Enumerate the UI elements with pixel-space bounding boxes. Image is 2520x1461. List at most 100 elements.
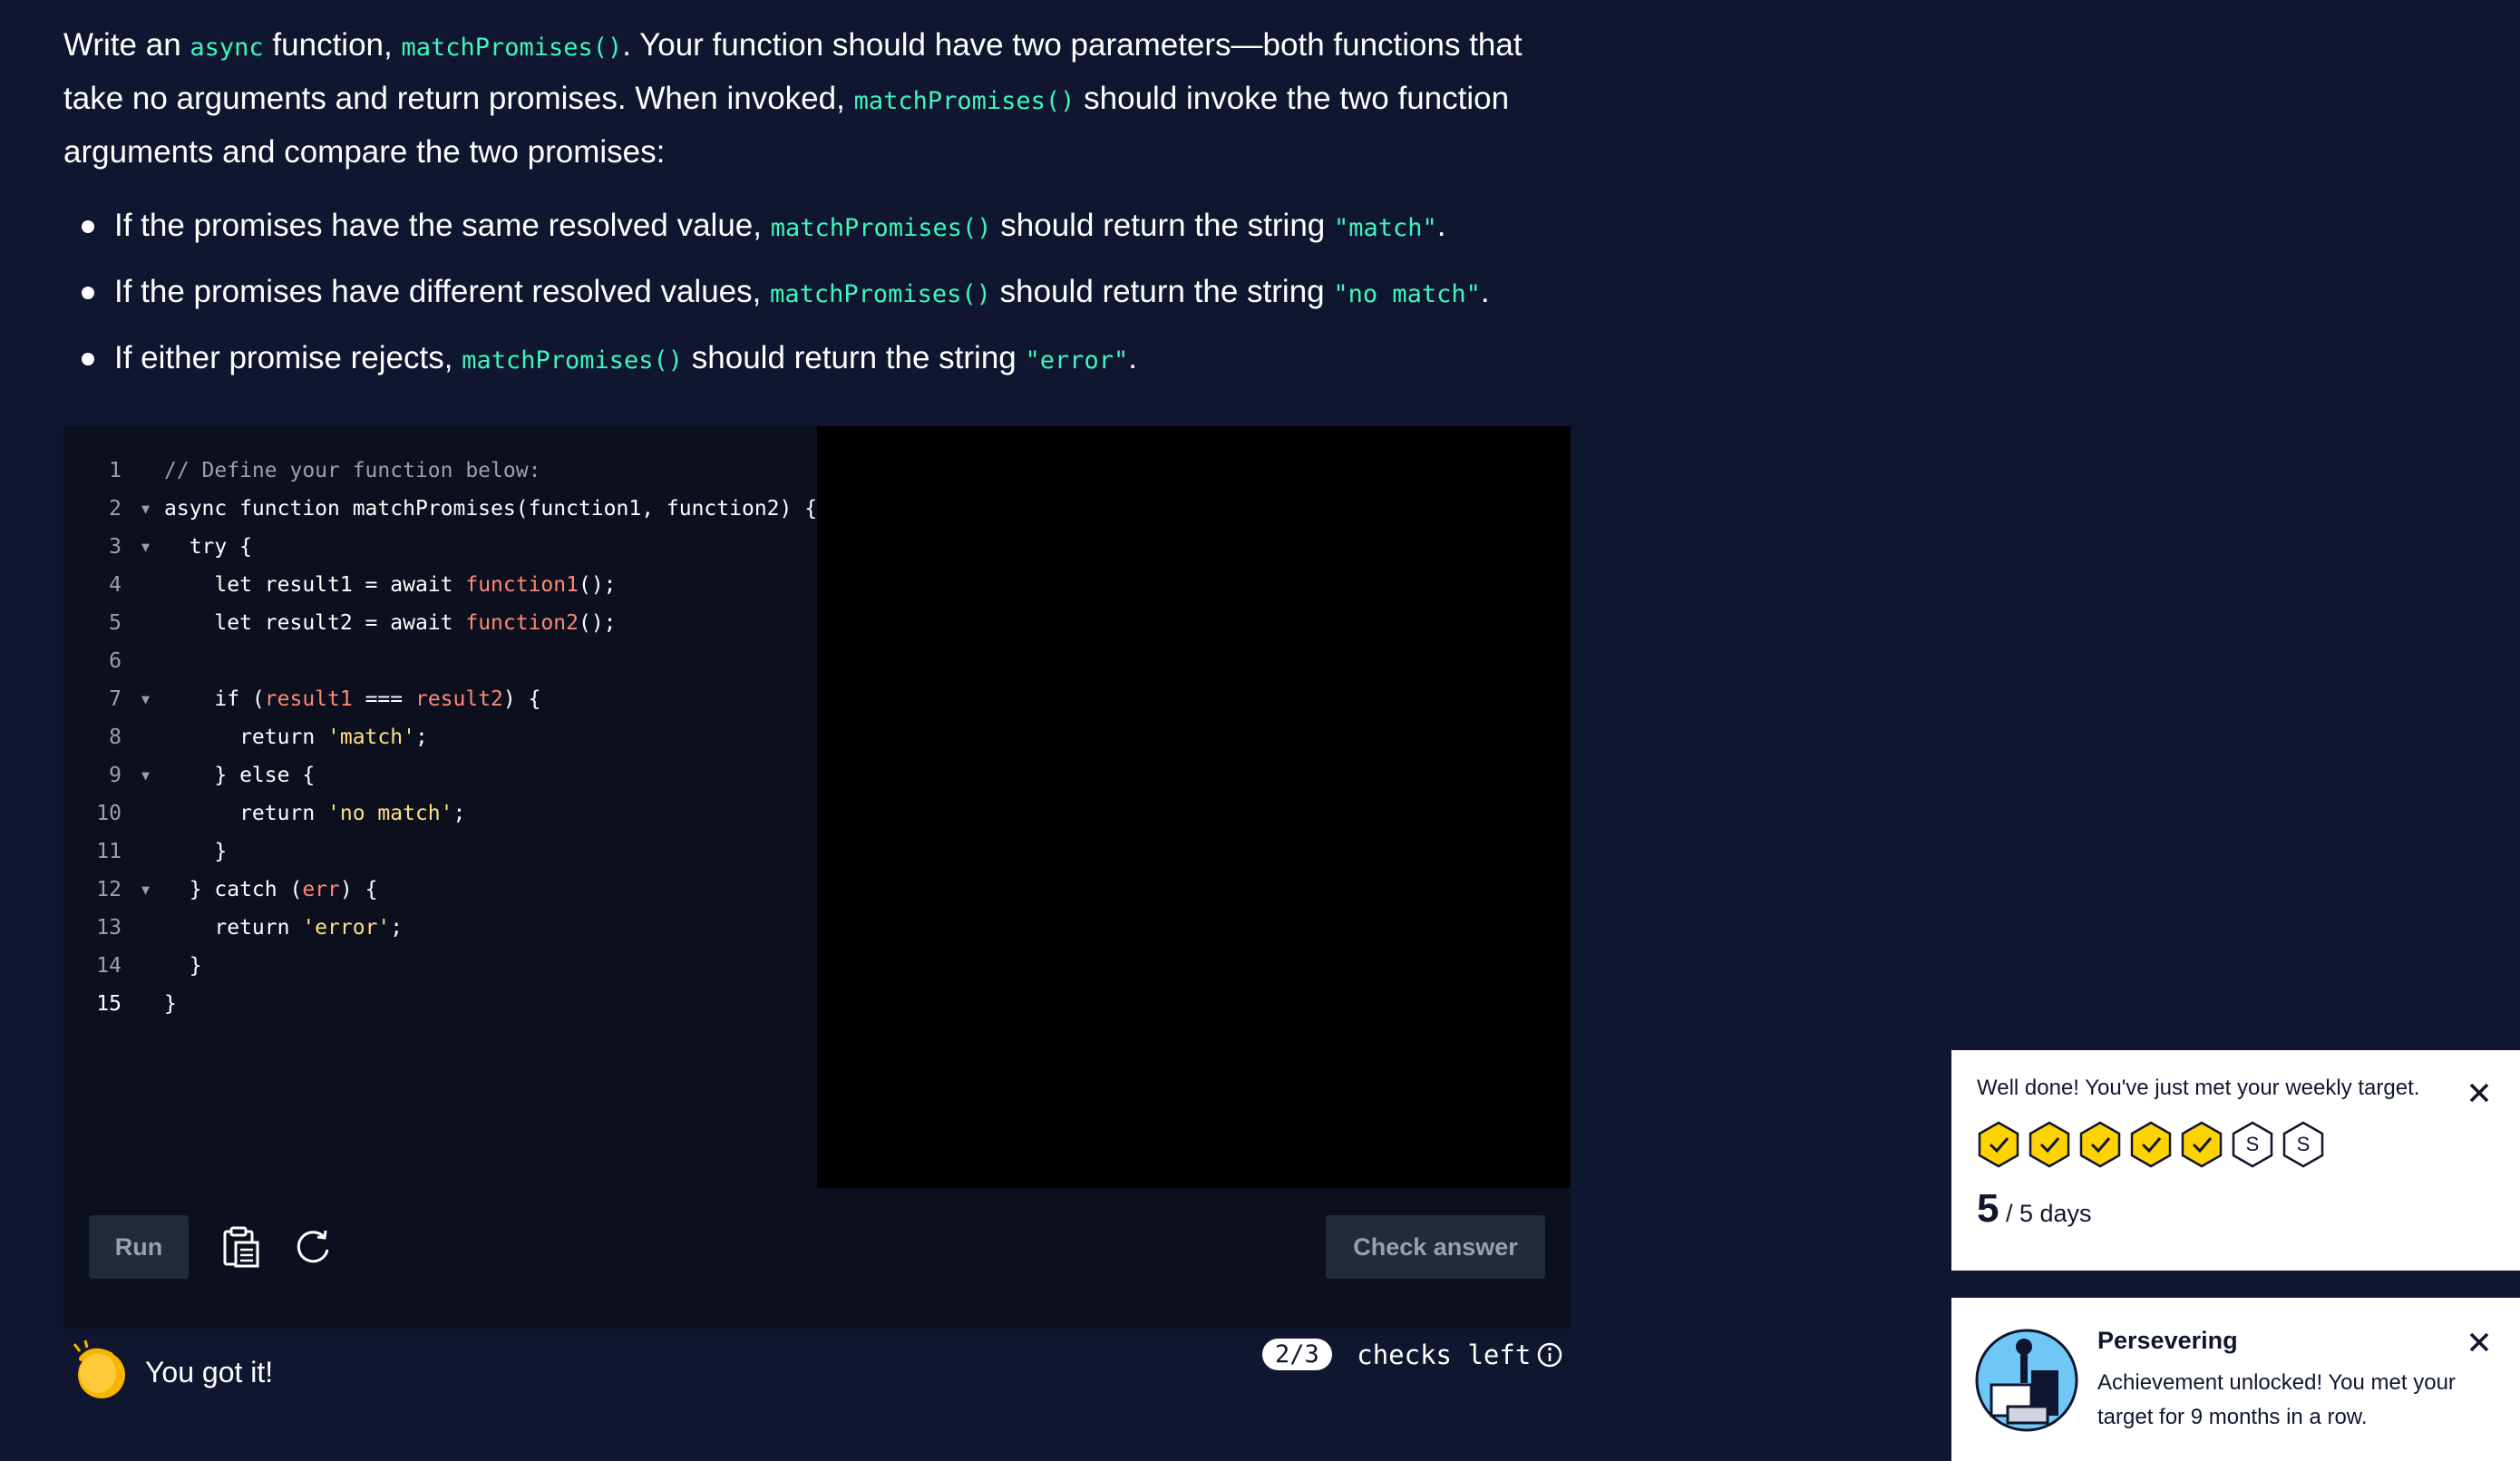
completed-day-hex-icon [2028,1121,2071,1168]
code-line[interactable]: 14 } [63,947,817,985]
code-text: } [164,840,228,863]
line-number: 5 [109,611,122,635]
code-text: } [164,954,202,978]
code-text: let result2 = await function2(); [164,604,616,642]
code-token: ) { [339,878,378,901]
req-code: matchPromises() [462,346,684,375]
fold-toggle-icon[interactable]: ▼ [141,756,150,794]
clipboard-icon[interactable] [218,1224,263,1270]
req-text: If the promises have different resolved … [114,274,771,309]
intro-paragraph: Write an async function, matchPromises()… [63,20,1587,178]
req-text-post: . [1436,208,1446,243]
completed-day-hex-icon [1977,1121,2020,1168]
clapping-hands-icon [69,1339,131,1407]
req-text-mid: should return the string [683,340,1026,375]
checks-left: 2/3 checks left [1262,1339,1563,1370]
line-number: 13 [96,916,122,940]
code-token: let result1 = await [164,573,466,597]
code-token: ) { [502,687,541,711]
code-text: try { [164,535,252,559]
completed-day-hex-icon [2180,1121,2223,1168]
line-number: 7 [109,687,122,711]
code-line[interactable]: 13 return 'error'; [63,909,817,947]
code-line[interactable]: 8 return 'match'; [63,718,817,756]
streak-count: 5 / 5 days [1977,1186,2092,1232]
code-line[interactable]: 5 let result2 = await function2(); [63,604,817,642]
check-answer-button[interactable]: Check answer [1326,1215,1545,1279]
line-number: 8 [109,726,122,749]
code-text: } [164,992,177,1016]
intro-code-async: async [190,34,264,62]
requirement-item: If either promise rejects, matchPromises… [63,326,1587,393]
code-line[interactable]: 15} [63,985,817,1023]
intro-text-1: Write an [63,27,190,63]
line-number: 2 [109,497,122,521]
code-token: result2 [414,687,503,711]
achievement-title: Persevering [2097,1327,2238,1354]
code-line[interactable]: 7 ▼ if (result1 === result2) { [63,680,817,718]
req-string: "match" [1334,214,1437,242]
line-number: 6 [109,649,122,673]
code-text: // Define your function below: [164,459,541,482]
code-line[interactable]: 6 [63,642,817,680]
output-panel [817,426,1571,1188]
code-workspace: 1 // Define your function below: 2 ▼ async … [63,426,1571,1329]
code-text: return 'match'; [164,718,428,756]
skip-day-label: S [2296,1133,2311,1155]
checks-label: checks left [1340,1339,1532,1370]
run-button[interactable]: Run [89,1215,189,1279]
code-token: if ( [164,687,265,711]
code-line[interactable]: 10 return 'no match'; [63,794,817,833]
requirements-list: If the promises have the same resolved v… [63,194,1587,393]
checks-count-badge: 2/3 [1262,1339,1332,1370]
line-number: 4 [109,573,122,597]
streak-days-number: 5 [1977,1186,1999,1231]
code-line[interactable]: 2 ▼ async function matchPromises(function1… [63,490,817,528]
achievement-message: Achievement unlocked! You met your targe… [2097,1370,2456,1429]
reset-icon[interactable] [290,1224,336,1270]
req-text-post: . [1480,274,1490,309]
info-icon[interactable] [1536,1341,1563,1368]
fold-toggle-icon[interactable]: ▼ [141,871,150,909]
req-text-post: . [1128,340,1138,375]
code-line[interactable]: 11 } [63,833,817,871]
instructions: Write an async function, matchPromises()… [63,20,1587,393]
line-number: 1 [109,459,122,482]
req-text-mid: should return the string [990,274,1334,309]
skip-day-hex-icon: S [2282,1121,2325,1168]
close-icon[interactable] [2466,1329,2493,1356]
code-token: ; [390,916,404,940]
fold-toggle-icon[interactable]: ▼ [141,680,150,718]
code-text: return 'no match'; [164,794,465,833]
fold-toggle-icon[interactable]: ▼ [141,490,150,528]
code-token: 'match' [327,726,415,749]
requirement-item: If the promises have the same resolved v… [63,194,1587,260]
achievement-badge-icon [1975,1329,2078,1437]
req-text: If the promises have the same resolved v… [114,208,771,243]
code-token: return [164,726,328,749]
intro-text-2: function, [263,27,402,63]
code-editor[interactable]: 1 // Define your function below: 2 ▼ async … [63,426,817,1188]
code-line[interactable]: 9 ▼ } else { [63,756,817,794]
code-line[interactable]: 4 let result1 = await function1(); [63,566,817,604]
code-line[interactable]: 12 ▼ } catch (err) { [63,871,817,909]
code-token: (); [578,573,617,597]
line-number: 14 [96,954,122,978]
requirement-item: If the promises have different resolved … [63,260,1587,326]
code-line[interactable]: 3 ▼ try { [63,528,817,566]
close-icon[interactable] [2466,1079,2493,1106]
fold-toggle-icon[interactable]: ▼ [141,528,150,566]
weekly-target-toast: Well done! You've just met your weekly t… [1951,1050,2520,1271]
req-code: matchPromises() [770,214,992,242]
code-token: 'error' [302,916,391,940]
code-text: let result1 = await function1(); [164,566,617,604]
weekly-target-message: Well done! You've just met your weekly t… [1977,1076,2420,1100]
line-number: 15 [96,992,122,1016]
skip-day-hex-icon: S [2231,1121,2274,1168]
line-number: 3 [109,535,122,559]
code-line[interactable]: 1 // Define your function below: [63,452,817,490]
skip-day-label: S [2245,1133,2260,1155]
completed-day-hex-icon [2129,1121,2173,1168]
code-text: } else { [164,764,316,787]
code-text: } catch (err) { [164,871,378,909]
